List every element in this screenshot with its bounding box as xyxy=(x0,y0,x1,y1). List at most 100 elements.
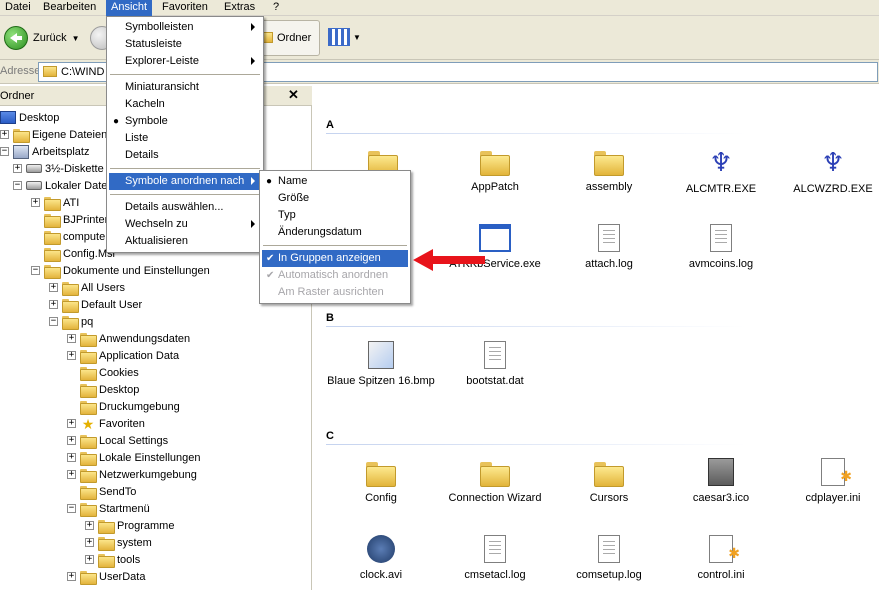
expand-icon[interactable]: + xyxy=(85,521,94,530)
collapse-icon[interactable]: − xyxy=(67,504,76,513)
tree-item-programme[interactable]: + Programme xyxy=(85,517,174,534)
file-item[interactable]: AppPatch xyxy=(437,151,553,193)
tree-item-label: Eigene Dateien xyxy=(32,128,108,141)
expand-icon[interactable]: + xyxy=(67,453,76,462)
expand-icon[interactable]: + xyxy=(49,300,58,309)
expand-icon[interactable]: + xyxy=(13,164,22,173)
collapse-icon[interactable]: − xyxy=(0,147,9,156)
expand-icon[interactable]: + xyxy=(85,555,94,564)
tree-item-arbeitsplatz[interactable]: − Arbeitsplatz xyxy=(0,143,89,160)
views-dropdown-icon: ▼ xyxy=(353,32,361,42)
tree-item-eigene-dateien[interactable]: + Eigene Dateien xyxy=(0,126,107,143)
tree-item-label: Startmenü xyxy=(99,502,150,515)
menu-item-name[interactable]: ● Name xyxy=(262,173,408,190)
expand-icon[interactable]: + xyxy=(67,334,76,343)
menu-bearbeiten[interactable]: Bearbeiten xyxy=(38,0,101,16)
tree-item-ati[interactable]: + ATI xyxy=(31,194,79,211)
menu-ansicht[interactable]: Ansicht xyxy=(106,0,153,16)
views-button[interactable]: ▼ xyxy=(328,28,361,46)
menu-item-liste[interactable]: Liste xyxy=(109,130,261,147)
file-item[interactable]: Config xyxy=(323,462,439,504)
menu-item-symbole[interactable]: ● Symbole xyxy=(109,113,261,130)
menu-item-typ[interactable]: Typ xyxy=(262,207,408,224)
file-item[interactable]: bootstat.dat xyxy=(437,341,553,387)
tree-item-desktop-sub[interactable]: Desktop xyxy=(67,381,139,398)
tree-item-netzwerkumgebung[interactable]: + Netzwerkumgebung xyxy=(67,466,197,483)
tree-item-diskette[interactable]: +3½-Diskette xyxy=(13,160,104,177)
tree-item-default-user[interactable]: + Default User xyxy=(49,296,142,313)
expand-icon[interactable]: + xyxy=(67,470,76,479)
tree-item-startmenue[interactable]: − Startmenü xyxy=(67,500,150,517)
tree-item-desktop[interactable]: Desktop xyxy=(0,109,59,126)
tree-item-cookies[interactable]: Cookies xyxy=(67,364,139,381)
expand-icon[interactable]: + xyxy=(67,436,76,445)
back-dropdown-icon[interactable]: ▼ xyxy=(72,34,80,43)
menu-item-statusleiste[interactable]: Statusleiste xyxy=(109,36,261,53)
menu-item-aktualisieren[interactable]: Aktualisieren xyxy=(109,233,261,250)
file-item[interactable]: Blaue Spitzen 16.bmp xyxy=(323,341,439,387)
file-item[interactable]: attach.log xyxy=(551,224,667,270)
tree-item-application-data[interactable]: + Application Data xyxy=(67,347,179,364)
menu-extras[interactable]: Extras xyxy=(219,0,260,16)
file-item[interactable]: ♆ ALCMTR.EXE xyxy=(663,149,779,195)
tree-item-sendto[interactable]: SendTo xyxy=(67,483,136,500)
menu-item-label: Aktualisieren xyxy=(125,235,188,247)
folder-icon xyxy=(80,349,97,364)
expand-icon[interactable]: + xyxy=(49,283,58,292)
file-item[interactable]: clock.avi xyxy=(323,535,439,581)
tree-item-lokale-einstellungen[interactable]: + Lokale Einstellungen xyxy=(67,449,201,466)
folder-icon xyxy=(366,462,396,487)
expand-icon[interactable]: + xyxy=(85,538,94,547)
file-name: bootstat.dat xyxy=(466,375,524,387)
expand-icon[interactable]: + xyxy=(67,572,76,581)
menu-help[interactable]: ? xyxy=(268,0,284,16)
expand-icon[interactable]: + xyxy=(0,130,9,139)
file-item[interactable]: comsetup.log xyxy=(551,535,667,581)
tree-item-bjprinter[interactable]: BJPrinter xyxy=(31,211,108,228)
menu-item-groesse[interactable]: Größe xyxy=(262,190,408,207)
menu-item-symbolleisten[interactable]: Symbolleisten xyxy=(109,19,261,36)
file-item[interactable]: ♆ ALCWZRD.EXE xyxy=(775,149,879,195)
menu-item-details[interactable]: Details xyxy=(109,147,261,164)
menu-favoriten[interactable]: Favoriten xyxy=(157,0,213,16)
tree-item-favoriten[interactable]: + ★ Favoriten xyxy=(67,415,145,432)
file-item[interactable]: assembly xyxy=(551,151,667,193)
file-item[interactable]: caesar3.ico xyxy=(663,458,779,504)
tree-item-userdata[interactable]: + UserData xyxy=(67,568,145,585)
tree-item-lokaler-datentraeger[interactable]: − Lokaler Date xyxy=(13,177,107,194)
file-item[interactable]: cdplayer.ini xyxy=(775,458,879,504)
tree-item-config-msi[interactable]: Config.Msi xyxy=(31,245,115,262)
file-name: ALCWZRD.EXE xyxy=(793,183,873,195)
menu-item-miniaturansicht[interactable]: Miniaturansicht xyxy=(109,79,261,96)
tree-item-anwendungsdaten[interactable]: + Anwendungsdaten xyxy=(67,330,190,347)
menu-item-kacheln[interactable]: Kacheln xyxy=(109,96,261,113)
close-icon[interactable]: ✕ xyxy=(288,87,299,103)
menu-item-wechseln-zu[interactable]: Wechseln zu xyxy=(109,216,261,233)
menu-item-details-auswaehlen[interactable]: Details auswählen... xyxy=(109,199,261,216)
tree-item-dokumente[interactable]: − Dokumente und Einstellungen xyxy=(31,262,210,279)
tree-item-all-users[interactable]: + All Users xyxy=(49,279,125,296)
menu-item-aenderungsdatum[interactable]: Änderungsdatum xyxy=(262,224,408,241)
menu-item-explorer-leiste[interactable]: Explorer-Leiste xyxy=(109,53,261,70)
tree-item-tools[interactable]: + tools xyxy=(85,551,140,568)
menu-item-in-gruppen-anzeigen[interactable]: ✔ In Gruppen anzeigen xyxy=(262,250,408,267)
tree-item-druckumgebung[interactable]: Druckumgebung xyxy=(67,398,180,415)
tree-item-pq[interactable]: − pq xyxy=(49,313,93,330)
expand-icon[interactable]: + xyxy=(31,198,40,207)
expand-icon[interactable]: + xyxy=(67,419,76,428)
tree-item-system[interactable]: + system xyxy=(85,534,152,551)
expand-icon[interactable]: + xyxy=(67,351,76,360)
collapse-icon[interactable]: − xyxy=(31,266,40,275)
file-item[interactable]: Cursors xyxy=(551,462,667,504)
back-button[interactable]: Zurück ▼ xyxy=(4,26,80,50)
file-item[interactable]: avmcoins.log xyxy=(663,224,779,270)
file-item[interactable]: cmsetacl.log xyxy=(437,535,553,581)
tree-item-compute[interactable]: compute xyxy=(31,228,105,245)
file-item[interactable]: Connection Wizard xyxy=(437,462,553,504)
menu-item-symbole-anordnen-nach[interactable]: Symbole anordnen nach xyxy=(109,173,261,190)
menu-datei[interactable]: Datei xyxy=(0,0,36,16)
tree-item-local-settings[interactable]: + Local Settings xyxy=(67,432,168,449)
collapse-icon[interactable]: − xyxy=(49,317,58,326)
collapse-icon[interactable]: − xyxy=(13,181,22,190)
file-item[interactable]: control.ini xyxy=(663,535,779,581)
